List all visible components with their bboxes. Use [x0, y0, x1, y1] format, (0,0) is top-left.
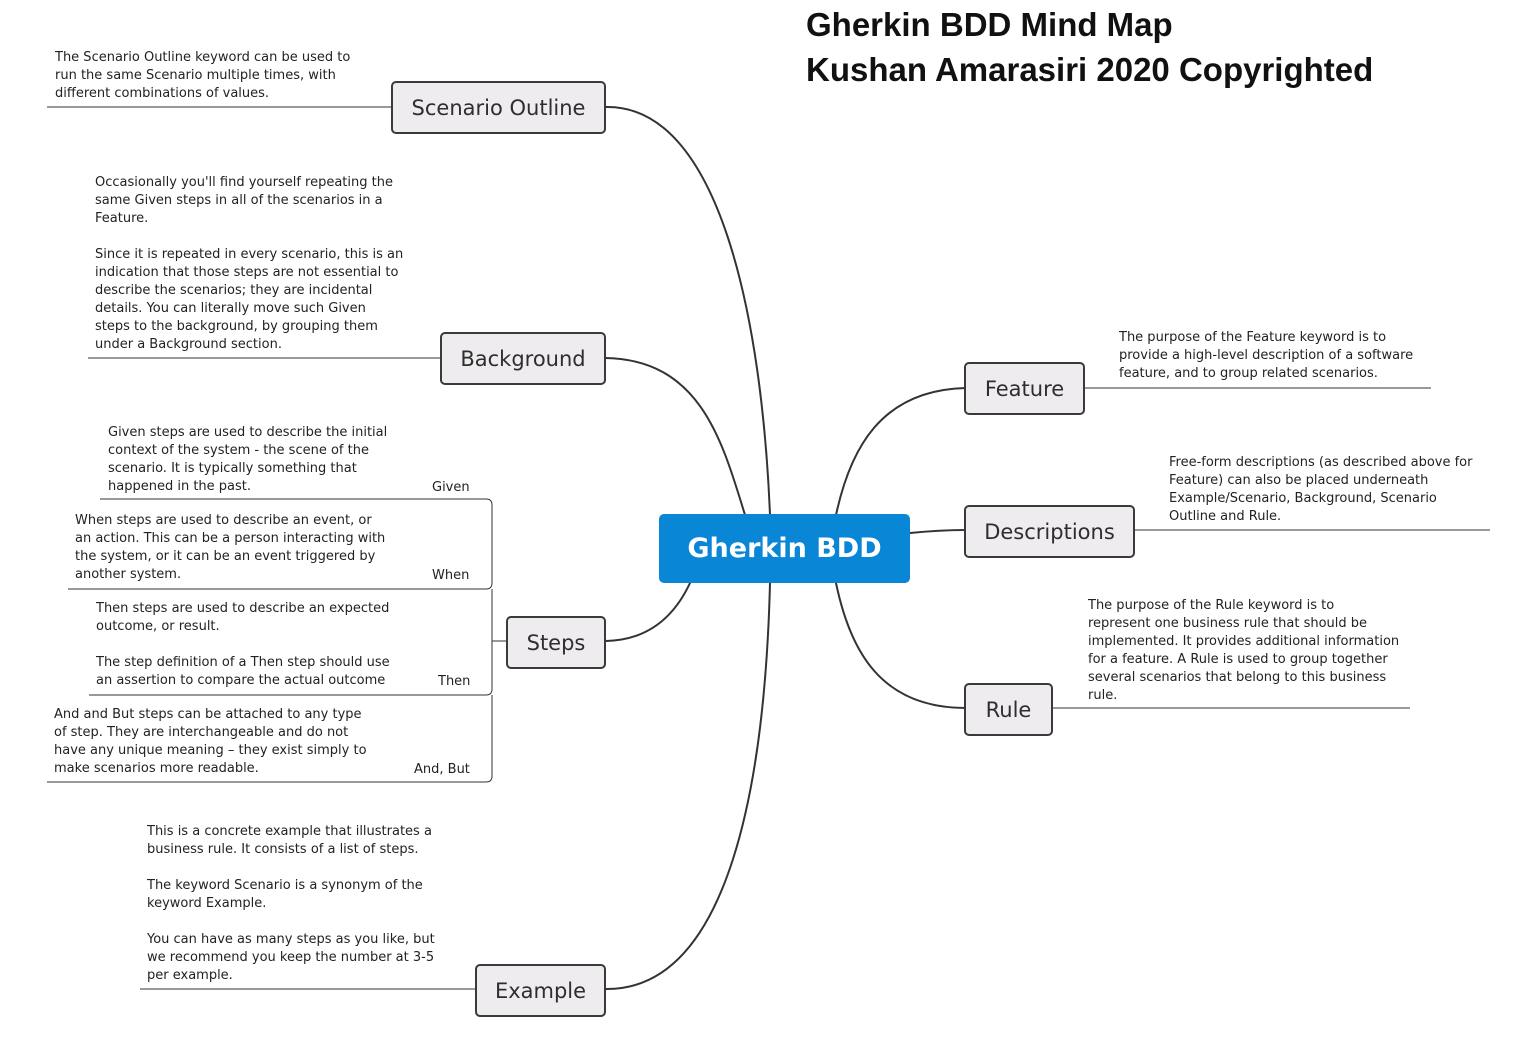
note-feature: The purpose of the Feature keyword is to…: [1119, 330, 1414, 381]
topic-scenario-outline[interactable]: Scenario Outline: [391, 81, 606, 134]
connector-feature: [835, 387, 967, 516]
diagram-subtitle: Kushan Amarasiri 2020 Copyrighted: [806, 51, 1374, 88]
connector-example: [605, 582, 771, 991]
diagram-title: Gherkin BDD Mind Map: [806, 6, 1173, 43]
note-then: Then steps are used to describe an expec…: [96, 601, 390, 688]
topic-feature[interactable]: Feature: [964, 362, 1085, 415]
note-example: This is a concrete example that illustra…: [147, 824, 435, 983]
step-and-but-label[interactable]: And, But: [414, 762, 470, 777]
topic-steps[interactable]: Steps: [506, 616, 606, 669]
topic-background[interactable]: Background: [440, 332, 606, 385]
note-and-but: And and But steps can be attached to any…: [54, 707, 367, 776]
note-rule: The purpose of the Rule keyword is to re…: [1088, 598, 1400, 703]
connector-background: [605, 357, 746, 516]
connector-steps: [605, 582, 691, 642]
connector-scenario-outline: [605, 105, 771, 516]
step-then-label[interactable]: Then: [438, 674, 470, 689]
connector-descriptions: [909, 529, 967, 534]
note-descriptions: Free-form descriptions (as described abo…: [1169, 455, 1473, 524]
topic-rule[interactable]: Rule: [964, 683, 1053, 736]
central-topic[interactable]: Gherkin BDD: [659, 514, 910, 583]
note-given: Given steps are used to describe the ini…: [108, 425, 388, 494]
topic-descriptions[interactable]: Descriptions: [964, 505, 1135, 558]
step-given-label[interactable]: Given: [432, 480, 470, 495]
note-when: When steps are used to describe an event…: [75, 513, 386, 582]
note-background: Occasionally you'll find yourself repeat…: [95, 175, 404, 352]
connector-rule: [835, 582, 967, 709]
topic-example[interactable]: Example: [475, 964, 606, 1017]
note-scenario-outline: The Scenario Outline keyword can be used…: [55, 50, 351, 101]
step-when-label[interactable]: When: [432, 568, 469, 583]
